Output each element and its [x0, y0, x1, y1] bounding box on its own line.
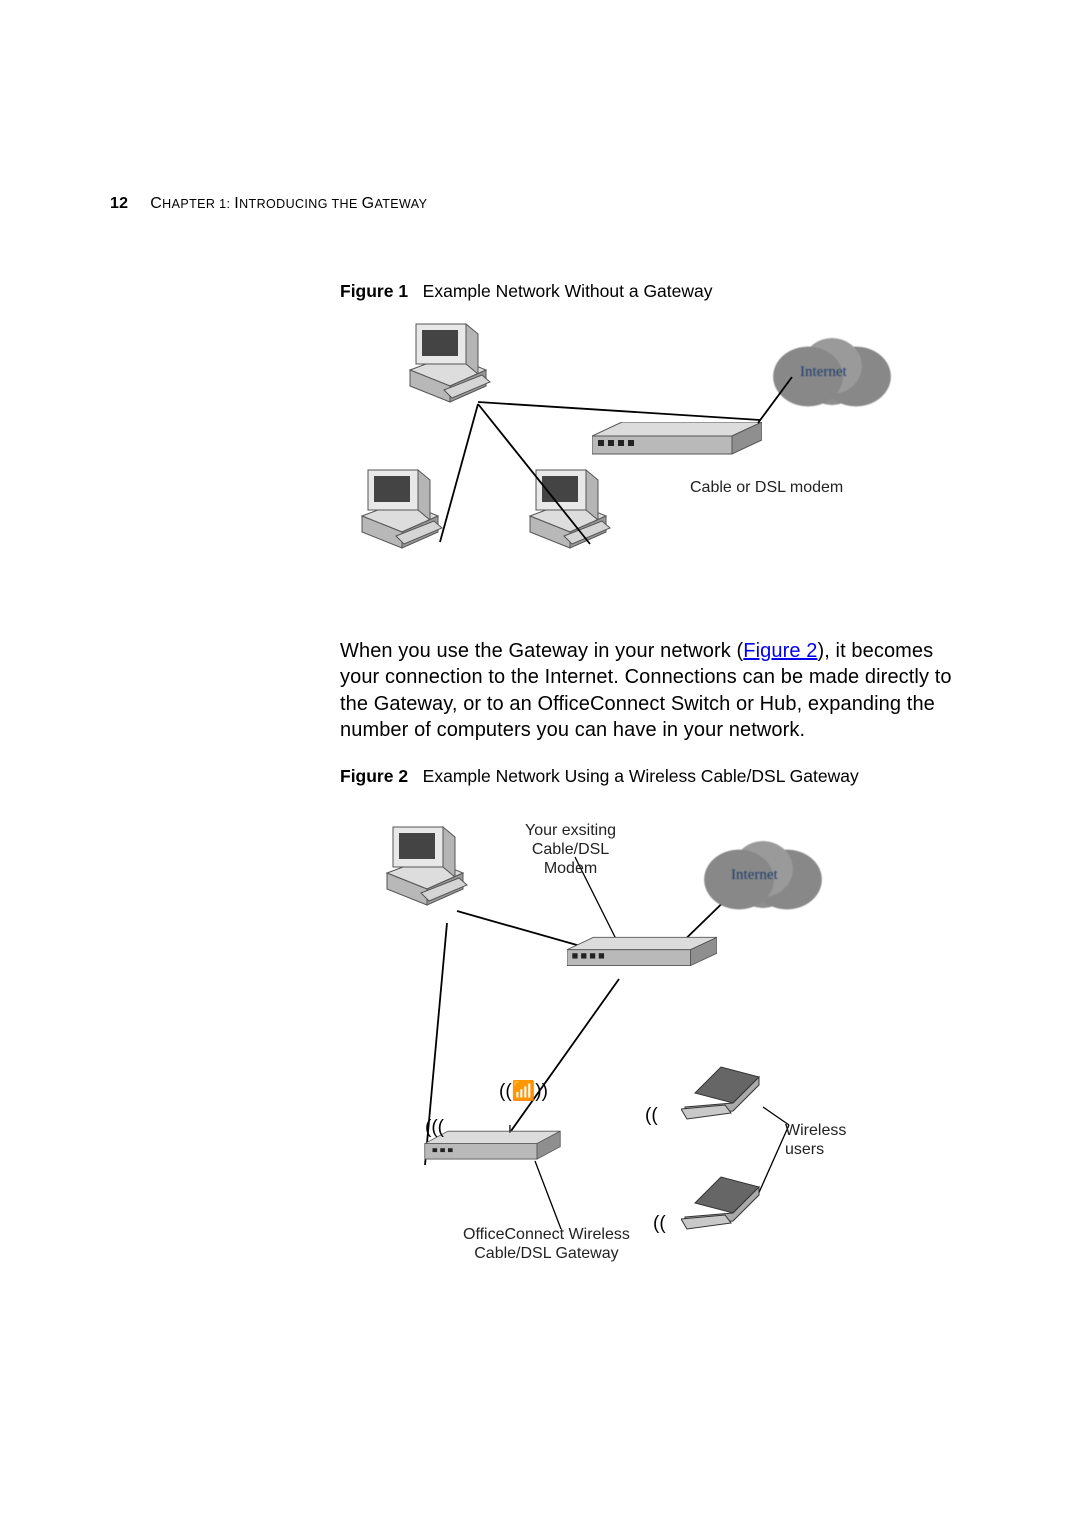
figure-1-caption: Figure 1 Example Network Without a Gatew…	[340, 281, 970, 302]
wifi-icon: ((	[653, 1213, 666, 1235]
modem-icon	[567, 935, 717, 975]
wifi-icon: ((	[645, 1105, 658, 1127]
figure-1-label: Figure 1	[340, 281, 408, 301]
figure-1-diagram: Internet Cable or DSL modem	[360, 320, 920, 610]
cloud-icon: Internet	[703, 841, 823, 911]
figure-2-label: Figure 2	[340, 766, 408, 786]
router-label: OfficeConnect Wireless Cable/DSL Gateway	[463, 1225, 630, 1263]
existing-modem-label: Your exsiting Cable/DSL Modem	[525, 821, 616, 879]
wireless-users-label: Wireless users	[785, 1121, 846, 1159]
figure-2-link[interactable]: Figure 2	[743, 640, 817, 662]
modem-label: Cable or DSL modem	[690, 478, 843, 497]
figure-2-diagram: Your exsiting Cable/DSL Modem Internet	[365, 805, 925, 1275]
body-paragraph: When you use the Gateway in your network…	[340, 638, 970, 744]
figure-2-caption: Figure 2 Example Network Using a Wireles…	[340, 766, 970, 787]
cables	[360, 320, 920, 610]
figure-2-title: Example Network Using a Wireless Cable/D…	[423, 766, 859, 786]
internet-label: Internet	[731, 867, 778, 884]
wifi-icon: ((📶))	[499, 1079, 548, 1103]
wifi-icon: (((	[425, 1117, 444, 1139]
page-header: 12 CHAPTER 1: INTRODUCING THE GATEWAY	[110, 195, 970, 213]
laptop-icon	[681, 1061, 765, 1125]
figure-1-title: Example Network Without a Gateway	[423, 281, 713, 301]
laptop-icon	[681, 1171, 765, 1235]
workstation-icon	[381, 823, 469, 921]
chapter-title: CHAPTER 1: INTRODUCING THE GATEWAY	[150, 195, 427, 213]
page-number: 12	[110, 195, 128, 213]
